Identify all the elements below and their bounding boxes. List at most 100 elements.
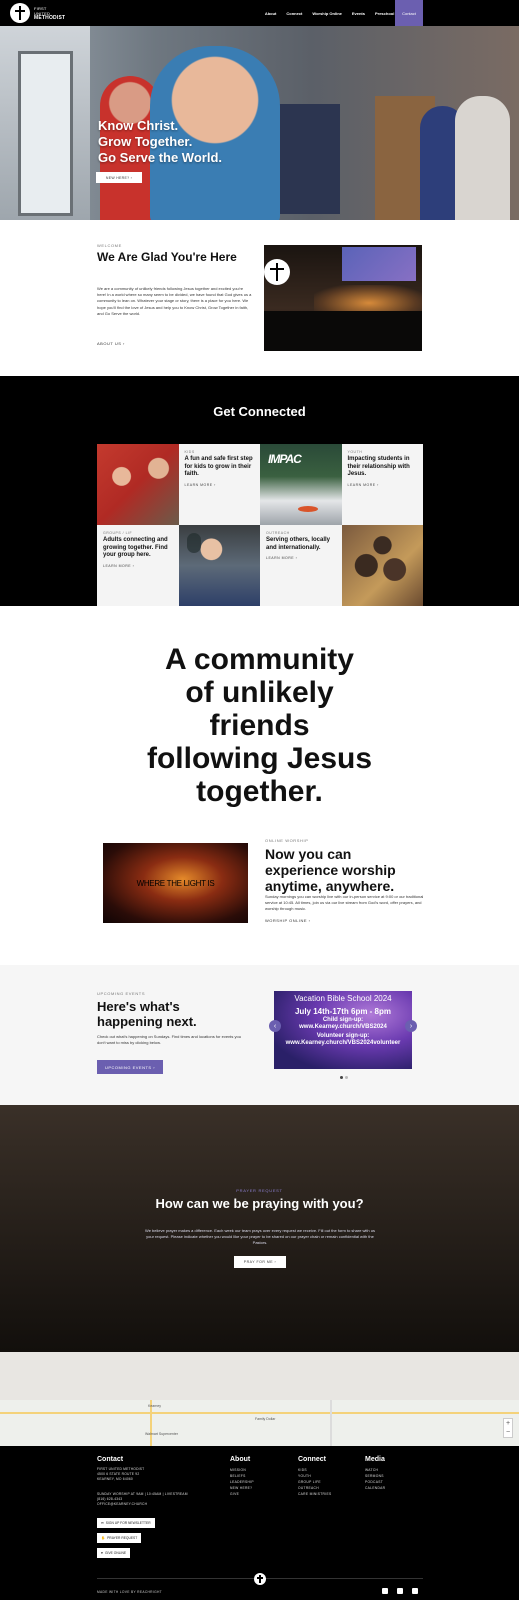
carousel-dots bbox=[340, 1076, 348, 1079]
welcome-title: We Are Glad You're Here bbox=[97, 250, 237, 264]
newsletter-signup-button[interactable]: ✉ SIGN UP FOR NEWSLETTER bbox=[97, 1518, 155, 1528]
vbs-child-label: Child sign-up: bbox=[322, 1017, 364, 1023]
prayer-eyebrow: PRAYER REQUEST bbox=[236, 1188, 283, 1193]
map-label: Walmart Supercenter bbox=[145, 1432, 178, 1436]
events-body: Check out what's happening on Sundays. F… bbox=[97, 1034, 241, 1045]
worship-video-thumbnail[interactable]: WHERE THE LIGHT IS bbox=[103, 843, 248, 923]
nav-link-events[interactable]: Events bbox=[352, 11, 365, 16]
groups-card[interactable]: GROUPS / LIF Adults connecting and growi… bbox=[97, 525, 179, 606]
prayer-title: How can we be praying with you? bbox=[155, 1196, 364, 1211]
connect-grid: KIDS A fun and safe first step for kids … bbox=[97, 444, 423, 606]
vbs-title: Vacation Bible School 2024 bbox=[294, 994, 392, 1003]
mail-icon: ✉ bbox=[101, 1521, 104, 1525]
mission-statement: A community of unlikely friends followin… bbox=[0, 643, 519, 808]
footer-link-care[interactable]: CARE MINISTRIES bbox=[298, 1491, 331, 1497]
kids-photo[interactable] bbox=[97, 444, 179, 525]
impact-logo: IMPAC bbox=[268, 452, 302, 466]
kids-heading: A fun and safe first step for kids to gr… bbox=[184, 456, 253, 477]
carousel-next-arrow-icon[interactable]: › bbox=[405, 1020, 417, 1032]
hero-title-line: Go Serve the World. bbox=[98, 150, 223, 165]
map-road bbox=[0, 1412, 519, 1414]
get-connected-title: Get Connected bbox=[213, 404, 306, 419]
give-online-label: GIVE ONLINE bbox=[104, 1551, 127, 1555]
footer-about-title: About bbox=[230, 1456, 251, 1463]
footer-media-title: Media bbox=[365, 1456, 385, 1463]
logo-text: FIRST UNITED METHODIST bbox=[34, 6, 65, 21]
events-section bbox=[0, 965, 519, 1105]
footer-connect-title: Connect bbox=[298, 1456, 326, 1463]
statement-line: of unlikely bbox=[185, 676, 334, 709]
worship-screen bbox=[342, 247, 416, 281]
carousel-dot-active[interactable] bbox=[340, 1076, 343, 1079]
vbs-event-slide[interactable]: Vacation Bible School 2024 July 14th-17t… bbox=[274, 991, 412, 1069]
worship-crowd bbox=[264, 311, 422, 351]
outreach-card[interactable]: OUTREACH Serving others, locally and int… bbox=[260, 525, 342, 606]
map-zoom-control[interactable]: + − bbox=[503, 1418, 513, 1438]
worship-eyebrow: ONLINE WORSHIP bbox=[265, 838, 309, 843]
footer-credit[interactable]: MADE WITH LOVE BY REACHRIGHT bbox=[97, 1590, 162, 1594]
kids-card[interactable]: KIDS A fun and safe first step for kids … bbox=[178, 444, 260, 525]
youth-card[interactable]: YOUTH Impacting students in their relati… bbox=[341, 444, 423, 525]
statement-line: together. bbox=[196, 775, 323, 808]
map-label: Family Dollar bbox=[255, 1417, 276, 1421]
location-map[interactable]: Kearney Family Dollar Walmart Supercente… bbox=[0, 1352, 519, 1446]
groups-learn-more-link[interactable]: LEARN MORE › bbox=[103, 564, 173, 568]
facebook-icon[interactable] bbox=[382, 1588, 388, 1594]
outreach-eyebrow: OUTREACH bbox=[266, 531, 290, 535]
footer-about-links: MISSION BELIEFS LEADERSHIP NEW HERE? GIV… bbox=[230, 1467, 254, 1497]
gift-icon: ♥ bbox=[101, 1551, 103, 1555]
footer-email[interactable]: OFFICE@KEARNEY.CHURCH bbox=[97, 1502, 188, 1507]
footer-address-line: KEARNEY, MO 64060 bbox=[97, 1477, 133, 1481]
youth-photo[interactable]: IMPAC bbox=[260, 444, 342, 525]
carousel-dot[interactable] bbox=[345, 1076, 348, 1079]
statement-line: following Jesus bbox=[146, 742, 373, 775]
prayer-body: We believe prayer makes a difference. Ea… bbox=[145, 1228, 375, 1245]
hero-title-line: Grow Together. bbox=[98, 134, 193, 149]
newsletter-label: SIGN UP FOR NEWSLETTER bbox=[105, 1521, 151, 1525]
outreach-photo[interactable] bbox=[341, 525, 423, 606]
worship-thumbnail-text: WHERE THE LIGHT IS bbox=[136, 879, 215, 888]
hands-icon: ✋ bbox=[101, 1536, 106, 1540]
worship-title: Now you can experience worship anytime, … bbox=[265, 846, 396, 894]
church-logo[interactable]: FIRST UNITED METHODIST bbox=[10, 3, 65, 23]
footer-address: FIRST UNITED METHODIST 4500 6 STATE ROUT… bbox=[97, 1467, 144, 1482]
footer-worship-info: SUNDAY WORSHIP AT 9AM | 10:45AM | LIVEST… bbox=[97, 1492, 188, 1507]
vbs-child-url: www.Kearney.church/VBS2024 bbox=[299, 1024, 387, 1030]
youth-eyebrow: YOUTH bbox=[347, 450, 363, 454]
vbs-volunteer-label: Volunteer sign-up: bbox=[316, 1033, 370, 1039]
groups-photo[interactable] bbox=[178, 525, 260, 606]
pray-for-me-button[interactable]: PRAY FOR ME › bbox=[234, 1256, 286, 1268]
nav-link-connect[interactable]: Connect bbox=[286, 11, 302, 16]
outreach-heading: Serving others, locally and internationa… bbox=[266, 537, 331, 551]
map-streets bbox=[0, 1400, 519, 1446]
hero-title-line: Know Christ. bbox=[98, 118, 179, 133]
carousel-prev-arrow-icon[interactable]: ‹ bbox=[269, 1020, 281, 1032]
worship-online-link[interactable]: WORSHIP ONLINE › bbox=[265, 918, 311, 923]
nav-link-about[interactable]: About bbox=[265, 11, 277, 16]
outreach-learn-more-link[interactable]: LEARN MORE › bbox=[266, 556, 336, 560]
instagram-icon[interactable] bbox=[397, 1588, 403, 1594]
new-here-button[interactable]: NEW HERE? › bbox=[96, 172, 142, 183]
about-us-link[interactable]: ABOUT US › bbox=[97, 341, 125, 346]
footer-give-online-button[interactable]: ♥ GIVE ONLINE bbox=[97, 1548, 131, 1558]
kids-learn-more-link[interactable]: LEARN MORE › bbox=[185, 483, 255, 487]
footer-link-calendar[interactable]: CALENDAR bbox=[365, 1485, 385, 1491]
vimeo-icon[interactable] bbox=[412, 1588, 418, 1594]
nav-link-preschool[interactable]: Preschool bbox=[375, 11, 394, 16]
welcome-body: We are a community of unlikely friends f… bbox=[97, 286, 252, 316]
prayer-request-label: PRAYER REQUEST bbox=[107, 1536, 138, 1540]
youth-learn-more-link[interactable]: LEARN MORE › bbox=[348, 483, 418, 487]
top-navigation: FIRST UNITED METHODIST About Connect Wor… bbox=[0, 0, 519, 26]
groups-eyebrow: GROUPS / LIF bbox=[103, 531, 133, 535]
footer-prayer-request-button[interactable]: ✋ PRAYER REQUEST bbox=[97, 1533, 142, 1543]
cross-logo-icon[interactable] bbox=[254, 1573, 266, 1585]
nav-link-worship-online[interactable]: Worship Online bbox=[312, 11, 341, 16]
vbs-dates: July 14th-17th 6pm - 8pm bbox=[294, 1007, 392, 1016]
map-label: Kearney bbox=[148, 1404, 162, 1408]
events-title: Here's what's happening next. bbox=[97, 999, 197, 1029]
upcoming-events-button[interactable]: UPCOMING EVENTS › bbox=[97, 1060, 163, 1074]
footer-link-give[interactable]: GIVE bbox=[230, 1491, 254, 1497]
worship-body: Sunday mornings you can worship live wit… bbox=[265, 894, 424, 911]
groups-heading: Adults connecting and growing together. … bbox=[103, 537, 168, 558]
nav-contact-button[interactable]: Contact bbox=[395, 0, 423, 26]
